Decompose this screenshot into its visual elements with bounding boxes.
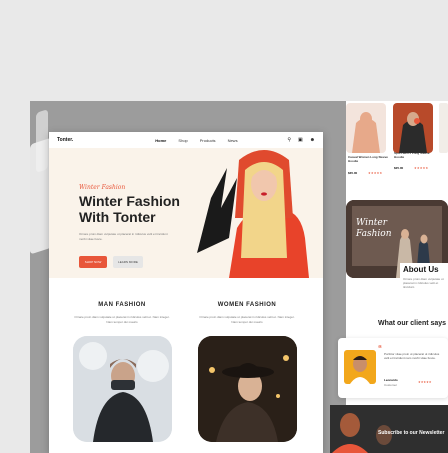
bag-icon[interactable]: ▣ xyxy=(298,137,303,143)
hero-banner: Winter Fashion Winter Fashion With Tonte… xyxy=(49,148,323,278)
user-icon[interactable]: ☻ xyxy=(310,137,315,143)
nav-item-products[interactable]: Products xyxy=(200,138,216,143)
nav-item-shop[interactable]: Shop xyxy=(178,138,187,143)
about-text: Ornare proin diam vulputate ut placerat … xyxy=(403,277,444,289)
testimonial-card: “ Porttitor vitae proin ut placerat ut r… xyxy=(338,338,448,398)
nav-item-home[interactable]: Home xyxy=(155,138,166,143)
nav-icons: ⚲ ▣ ☻ xyxy=(287,137,315,143)
search-icon[interactable]: ⚲ xyxy=(287,137,291,143)
newsletter-title: Subscribe to our Newsletter xyxy=(378,430,445,436)
promo-script-text: Winter Fashion xyxy=(356,218,392,239)
client-avatar xyxy=(344,350,376,384)
women-fashion-title: WOMEN FASHION xyxy=(217,302,277,308)
about-title: About Us xyxy=(403,265,439,274)
hero-model-image xyxy=(197,150,309,278)
client-name: Leonardo xyxy=(384,378,398,382)
nav-menu: Home Shop Products News xyxy=(155,138,237,143)
newsletter-banner xyxy=(330,405,448,453)
brush-decor xyxy=(36,109,48,173)
quote-icon: “ xyxy=(378,344,382,353)
hero-title: Winter Fashion With Tonter xyxy=(79,193,180,225)
learn-more-button[interactable]: LEARN MORE xyxy=(113,256,143,268)
shop-now-button[interactable]: SHOP NOW xyxy=(79,256,107,268)
client-role: Customer xyxy=(384,383,398,387)
women-fashion-image[interactable] xyxy=(198,336,297,442)
rating-stars: ★★★★★ xyxy=(414,166,429,170)
women-fashion-description: Ornare proin diam vulputate ut placerat … xyxy=(199,315,295,324)
product-price: $35.00 xyxy=(348,171,358,175)
product-price: $25.00 xyxy=(394,166,404,170)
product-image-hoodie-dark[interactable] xyxy=(393,103,433,153)
landing-page: Tonter. Home Shop Products News ⚲ ▣ ☻ Wi… xyxy=(49,132,323,453)
man-fashion-title: MAN FASHION xyxy=(98,302,146,308)
product-image-partial[interactable] xyxy=(439,103,448,153)
product-name[interactable]: Casual Women Long Sleeve Hoodie xyxy=(348,155,388,163)
testimonial-quote: Porttitor vitae proin ut placerat ut rid… xyxy=(384,352,440,360)
top-nav: Tonter. Home Shop Products News ⚲ ▣ ☻ xyxy=(49,132,323,148)
client-section-title: What our client says xyxy=(378,320,447,327)
hero-script-text: Winter Fashion xyxy=(79,184,126,191)
nav-item-news[interactable]: News xyxy=(228,138,238,143)
product-name[interactable]: Sport Men's Long Sleeve Hoodie xyxy=(394,151,434,159)
product-image-hoodie-pink[interactable] xyxy=(346,103,386,153)
rating-stars: ★★★★★ xyxy=(418,380,432,384)
logo[interactable]: Tonter. xyxy=(57,137,73,143)
man-fashion-image[interactable] xyxy=(73,336,172,442)
hero-description: Ornare proin diam vulputate ut placerat … xyxy=(79,232,168,241)
man-fashion-description: Ornare proin diam vulputate ut placerat … xyxy=(74,315,170,324)
rating-stars: ★★★★★ xyxy=(368,171,383,175)
